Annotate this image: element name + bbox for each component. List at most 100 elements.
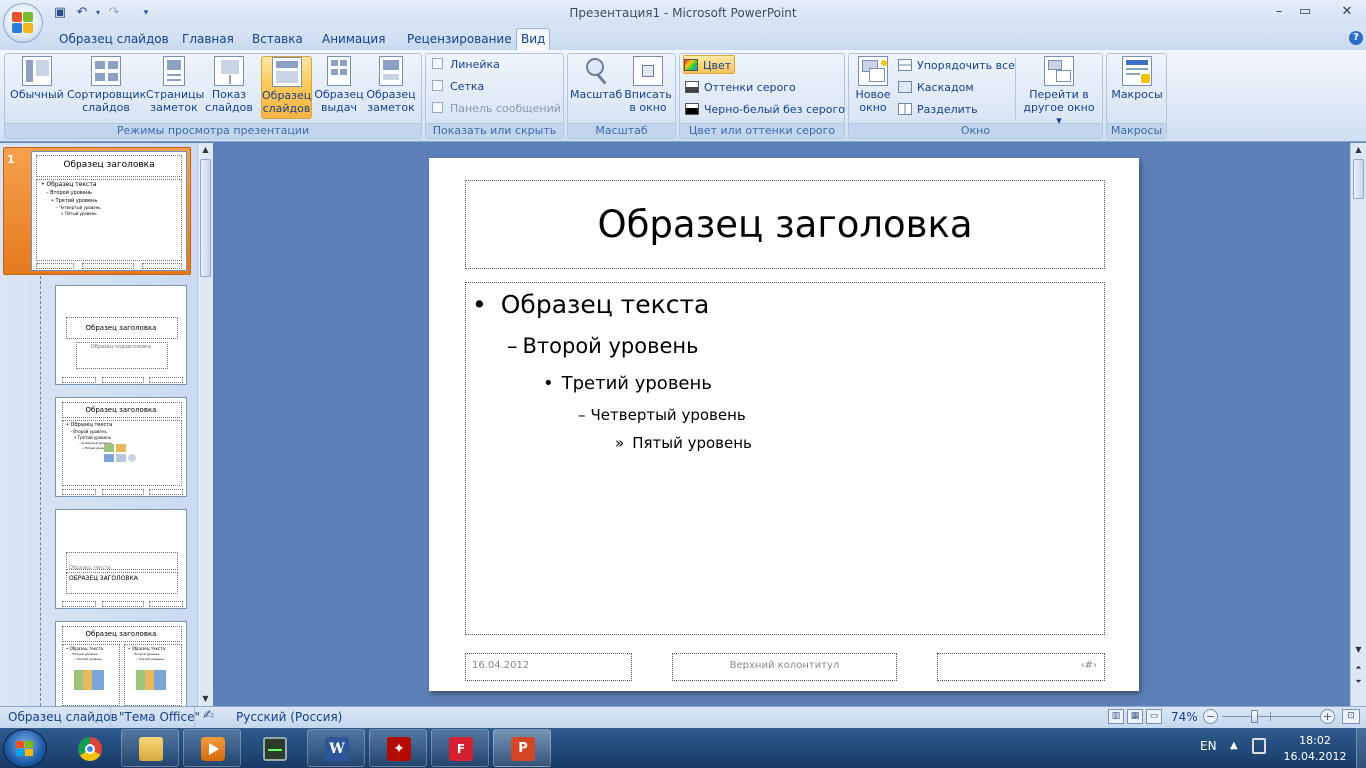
color-button[interactable]: Цвет <box>683 55 735 74</box>
slide-show-status-icon[interactable]: ▭ <box>1146 709 1162 724</box>
zoom-in-icon[interactable]: + <box>1320 709 1335 724</box>
normal-view-status-icon[interactable]: ▥ <box>1108 709 1124 724</box>
thumbnail-title-layout[interactable]: Образец заголовка Образец подзаголовка <box>55 285 187 385</box>
slide-show-button[interactable]: Показ слайдов <box>203 56 255 119</box>
close-button[interactable]: ✕ <box>1334 2 1360 22</box>
thumbnail-content-layout[interactable]: Образец заголовка • Образец текста – Вто… <box>55 397 187 497</box>
scroll-thumb[interactable] <box>200 159 211 277</box>
scroll-thumb[interactable] <box>1353 159 1364 199</box>
checkbox-icon <box>432 102 443 113</box>
scroll-down-icon[interactable]: ▼ <box>1351 643 1366 657</box>
arrange-all-button[interactable]: Упорядочить все <box>898 56 1015 75</box>
group-label: Показать или скрыть <box>426 123 563 138</box>
button-label: Разделить <box>917 103 978 116</box>
taskbar-chrome[interactable] <box>60 729 118 767</box>
thumbnail-section-layout[interactable]: Образец текста ОБРАЗЕЦ ЗАГОЛОВКА <box>55 509 187 609</box>
start-button[interactable] <box>3 729 47 768</box>
notes-page-button[interactable]: Страницы заметок <box>146 56 204 119</box>
level-text: Образец текста <box>500 290 710 319</box>
fit-to-window-button[interactable]: Вписать в окно <box>623 56 673 119</box>
tab-home[interactable]: Главная <box>178 31 238 50</box>
black-white-button[interactable]: Черно-белый без серого <box>685 100 845 119</box>
taskbar-media-player[interactable] <box>183 729 241 767</box>
action-center-icon[interactable] <box>1252 738 1266 754</box>
button-label: Масштаб <box>570 88 623 101</box>
tab-review[interactable]: Рецензирование <box>403 31 516 50</box>
zoom-slider-center-mark <box>1270 712 1271 721</box>
help-icon[interactable]: ? <box>1349 31 1363 45</box>
tab-slide-master[interactable]: Образец слайдов <box>55 31 173 50</box>
notes-master-button[interactable]: Образец заметок <box>366 56 416 119</box>
handout-master-button[interactable]: Образец выдач <box>314 56 364 119</box>
show-desktop-button[interactable] <box>1356 728 1366 768</box>
split-icon <box>898 103 912 115</box>
macros-button[interactable]: Макросы <box>1109 56 1165 119</box>
message-bar-checkbox[interactable]: Панель сообщений <box>432 100 561 118</box>
notes-master-icon <box>379 56 403 86</box>
office-button[interactable] <box>3 3 43 43</box>
fit-slide-icon[interactable]: ⊡ <box>1342 709 1360 724</box>
footer-date: 16.04.2012 <box>472 660 530 671</box>
tab-insert[interactable]: Вставка <box>248 31 307 50</box>
button-label: другое окно ▾ <box>1023 101 1095 127</box>
chrome-icon <box>78 737 102 761</box>
clock-time[interactable]: 18:02 <box>1280 734 1350 747</box>
slides-pane-scrollbar[interactable]: ▲ ▼ <box>197 143 213 706</box>
taskbar-acrobat[interactable]: ✦ <box>369 729 427 767</box>
footer-slide-number: ‹#› <box>1080 660 1097 671</box>
slide-canvas[interactable]: Образец заголовка • Образец текста – Второ… <box>429 158 1139 691</box>
scroll-down-icon[interactable]: ▼ <box>198 692 213 706</box>
clock-date[interactable]: 16.04.2012 <box>1280 750 1350 763</box>
thumbnail-master[interactable]: Образец заголовка • Образец текста – Вто… <box>31 151 187 271</box>
magnifier-icon <box>581 56 611 86</box>
thumbnail-text: – Второй уровень <box>70 652 98 656</box>
zoom-slider-track[interactable] <box>1222 716 1320 717</box>
button-label: выдач <box>320 101 357 114</box>
status-language[interactable]: Русский (Россия) <box>236 710 342 724</box>
new-window-button[interactable]: Новое окно <box>851 56 895 119</box>
grayscale-button[interactable]: Оттенки серого <box>685 78 796 97</box>
slide-master-button[interactable]: Образец слайдов <box>261 56 312 119</box>
office-logo-icon <box>12 12 34 34</box>
taskbar-foxit[interactable]: F <box>431 729 489 767</box>
scroll-up-icon[interactable]: ▲ <box>198 143 213 157</box>
button-label: Сортировщик <box>67 88 147 101</box>
input-language[interactable]: EN <box>1200 739 1217 753</box>
scroll-up-icon[interactable]: ▲ <box>1351 143 1366 157</box>
grid-checkbox[interactable]: Сетка <box>432 78 484 96</box>
switch-windows-button[interactable]: Перейти в другое окно ▾ <box>1019 56 1099 127</box>
bullet: • <box>543 373 554 394</box>
slide-sorter-button[interactable]: Сортировщик слайдов <box>67 56 147 119</box>
thumbnail-two-content-layout[interactable]: Образец заголовка • Образец текста – Вто… <box>55 621 187 706</box>
taskbar-word[interactable]: W <box>307 729 365 767</box>
zoom-level[interactable]: 74% <box>1171 710 1198 724</box>
main-scrollbar[interactable]: ▲ ▼ ⏶ ⏷ <box>1350 143 1366 706</box>
previous-slide-icon[interactable]: ⏶ <box>1351 661 1366 675</box>
taskbar-system-monitor[interactable] <box>245 729 303 767</box>
spellcheck-icon[interactable]: ✍ <box>203 708 214 723</box>
cascade-button[interactable]: Каскадом <box>898 78 974 97</box>
bullet: – <box>507 334 518 358</box>
taskbar-powerpoint[interactable]: P <box>493 729 551 767</box>
split-button[interactable]: Разделить <box>898 100 978 119</box>
slide-sorter-status-icon[interactable]: ▦ <box>1127 709 1143 724</box>
button-label: заметок <box>367 101 415 114</box>
zoom-slider-thumb[interactable] <box>1251 710 1258 723</box>
zoom-out-icon[interactable]: − <box>1203 709 1218 724</box>
checkbox-icon <box>432 80 443 91</box>
show-hidden-icons-icon[interactable]: ▲ <box>1230 740 1238 751</box>
thumbnail-text: • Образец текста <box>66 646 104 651</box>
normal-view-button[interactable]: Обычный <box>8 56 66 119</box>
tab-view[interactable]: Вид <box>516 28 551 51</box>
zoom-button[interactable]: Масштаб <box>570 56 622 119</box>
ruler-checkbox[interactable]: Линейка <box>432 56 500 74</box>
taskbar-explorer[interactable] <box>121 729 179 767</box>
next-slide-icon[interactable]: ⏷ <box>1351 675 1366 689</box>
minimize-button[interactable]: – <box>1266 2 1292 22</box>
tab-animation[interactable]: Анимация <box>318 31 389 50</box>
status-mode: Образец слайдов <box>8 710 118 724</box>
body-level-4: – Четвертый уровень <box>578 406 746 424</box>
media-player-icon <box>201 737 225 761</box>
group-label: Режимы просмотра презентации <box>5 123 421 138</box>
restore-button[interactable]: ▭ <box>1292 2 1318 22</box>
